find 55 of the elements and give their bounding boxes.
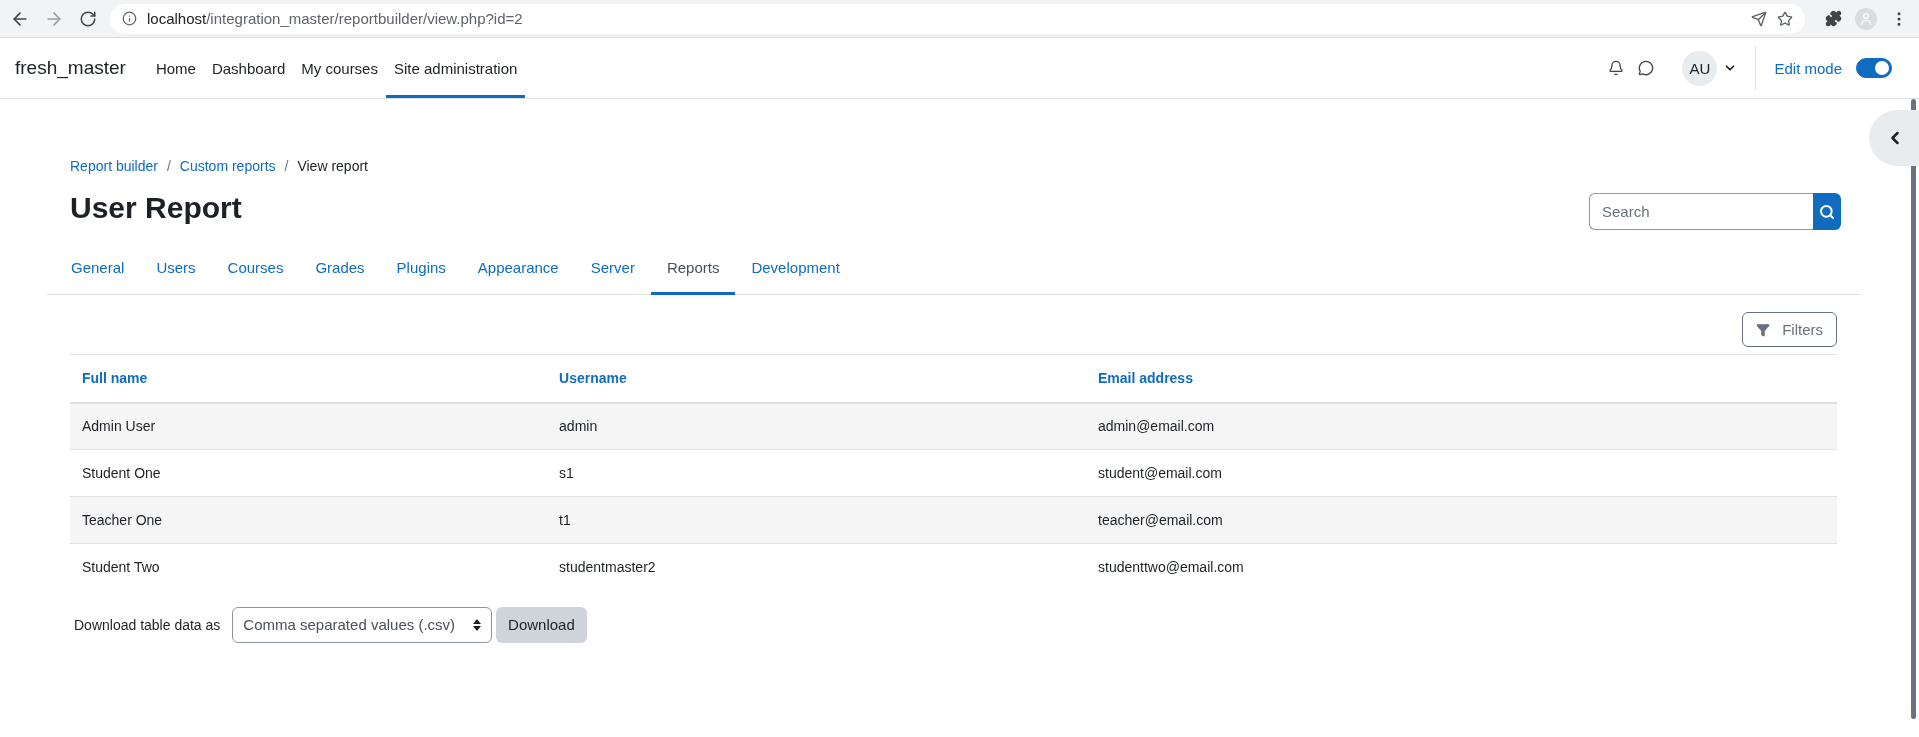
drawer-toggle-button[interactable] — [1869, 110, 1919, 166]
admin-tab[interactable]: Development — [735, 242, 856, 295]
admin-tab[interactable]: Appearance — [461, 242, 575, 295]
funnel-icon[interactable] — [1756, 322, 1771, 337]
search-icon[interactable] — [1819, 203, 1835, 220]
sort-caret-icon — [473, 618, 482, 631]
nav-link[interactable]: Site administration — [385, 38, 526, 98]
nav-link[interactable]: My courses — [293, 38, 386, 98]
table-cell: studentmaster2 — [547, 543, 1086, 591]
info-icon[interactable] — [122, 11, 137, 26]
table-cell: Student One — [70, 449, 548, 497]
nav-link[interactable]: Dashboard — [203, 38, 294, 98]
chat-icon[interactable] — [1638, 60, 1655, 76]
admin-tab[interactable]: Reports — [650, 242, 736, 295]
download-button[interactable]: Download — [496, 606, 587, 643]
send-icon[interactable] — [1751, 10, 1767, 27]
admin-tab[interactable]: Users — [140, 242, 212, 295]
column-header[interactable]: Username — [547, 354, 1086, 403]
table-cell: t1 — [547, 496, 1086, 544]
format-select[interactable]: Comma separated values (.csv) — [232, 606, 493, 643]
table-cell: s1 — [547, 449, 1086, 497]
download-label: Download table data as — [74, 616, 221, 633]
table-cell: student@email.com — [1086, 449, 1837, 497]
admin-tab[interactable]: Server — [574, 242, 651, 295]
filters-button[interactable]: Filters — [1742, 312, 1837, 347]
user-avatar[interactable]: AU — [1682, 50, 1718, 86]
table-cell: Student Two — [70, 543, 548, 591]
scrollbar-thumb[interactable] — [1911, 99, 1916, 719]
search-button[interactable] — [1813, 193, 1841, 230]
column-header[interactable]: Full name — [70, 354, 548, 403]
edit-mode-switch[interactable] — [1856, 58, 1892, 78]
address-bar[interactable]: localhost/integration_master/reportbuilder/view.php?id=2 — [110, 3, 1805, 34]
star-icon[interactable] — [1777, 10, 1793, 27]
edit-mode-label: Edit mode — [1774, 59, 1842, 77]
admin-tab[interactable]: Courses — [211, 242, 300, 295]
search-field[interactable]: Search — [1589, 193, 1813, 230]
nav-link[interactable]: Home — [147, 38, 204, 98]
table-cell: teacher@email.com — [1086, 496, 1837, 544]
admin-tab[interactable]: Grades — [299, 242, 381, 295]
table-cell: admin@email.com — [1086, 402, 1837, 450]
site-name[interactable]: fresh_master — [15, 57, 126, 79]
current-page-label: View report — [297, 158, 368, 174]
table-cell: studenttwo@email.com — [1086, 543, 1837, 591]
table-cell: Teacher One — [70, 496, 548, 544]
page-title: User Report — [70, 190, 242, 225]
breadcrumb-link[interactable]: Report builder — [70, 158, 158, 174]
column-header[interactable]: Email address — [1086, 354, 1837, 403]
table-cell: admin — [547, 402, 1086, 450]
table-cell: Admin User — [70, 402, 548, 450]
breadcrumb-link[interactable]: Custom reports — [179, 158, 276, 174]
admin-tab[interactable]: Plugins — [380, 242, 462, 295]
breadcrumb-separator: / — [166, 158, 171, 174]
admin-tab[interactable]: General — [55, 242, 141, 295]
bell-icon[interactable] — [1608, 60, 1625, 76]
breadcrumb-separator: / — [284, 158, 289, 174]
